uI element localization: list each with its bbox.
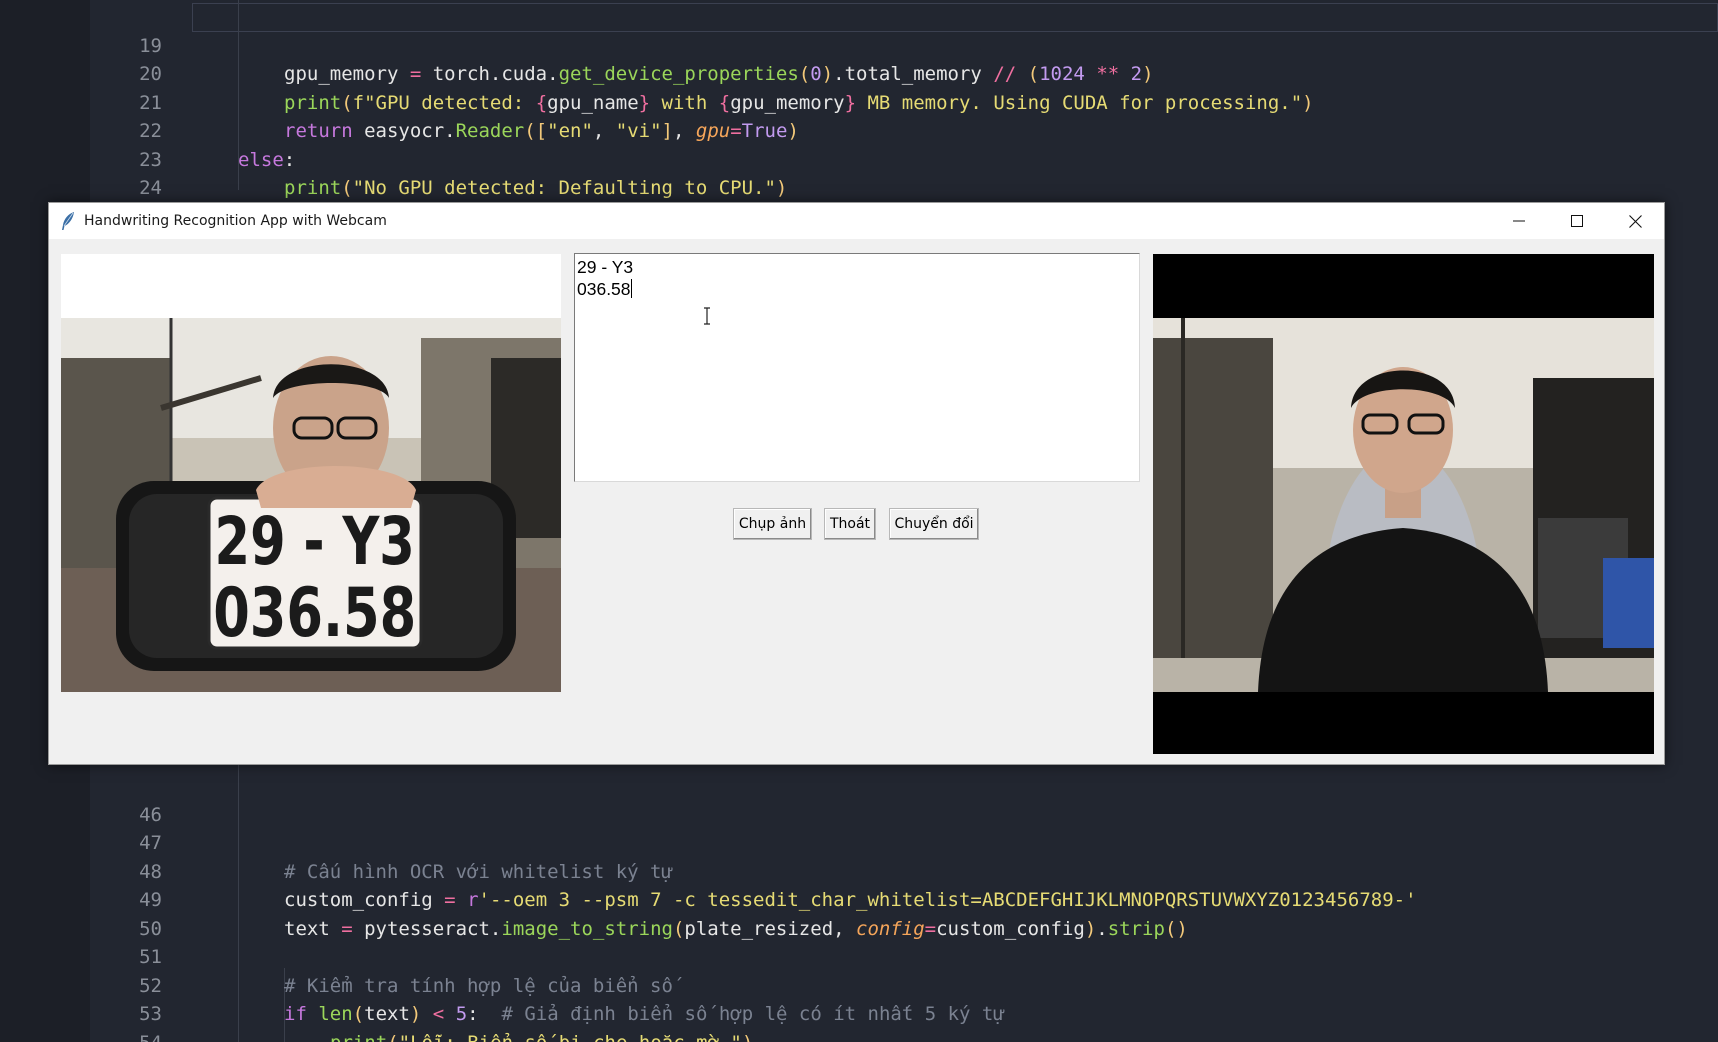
plate-text-line2: 036.58 — [213, 573, 416, 652]
code-line[interactable]: 51 # Kiểm tra tính hợp lệ của biển số — [0, 915, 1718, 997]
app-window[interactable]: Handwriting Recognition App with Webcam — [48, 202, 1665, 765]
feather-icon — [62, 212, 74, 230]
code-line[interactable]: 55 — [0, 1028, 1718, 1042]
code-line[interactable]: 54 continue — [0, 1000, 1718, 1042]
code-line[interactable]: 50 — [0, 886, 1718, 940]
live-webcam-panel — [1153, 254, 1654, 754]
code-line[interactable]: 20 print(f"GPU detected: {gpu_name} with… — [0, 32, 1718, 114]
ocr-result-textbox[interactable]: 29 - Y3 036.58 — [574, 253, 1140, 482]
code-line[interactable]: 25 — [0, 174, 1718, 228]
convert-button[interactable]: Chuyển đổi — [889, 508, 979, 540]
minimize-icon — [1513, 220, 1525, 222]
close-button[interactable] — [1606, 203, 1664, 239]
window-titlebar[interactable]: Handwriting Recognition App with Webcam — [49, 203, 1664, 239]
result-line-1: 29 - Y3 — [577, 257, 634, 277]
close-icon — [1628, 214, 1642, 228]
code-line[interactable]: 47 # Cấu hình OCR với whitelist ký tự — [0, 801, 1718, 883]
result-line-2: 036.58 — [577, 279, 631, 299]
ibeam-cursor-icon — [704, 307, 710, 325]
code-line[interactable]: 21 return easyocr.Reader(["en", "vi"], g… — [0, 60, 1718, 143]
code-line[interactable]: 53 print("Lỗi: Biển số bị che hoặc mờ.") — [0, 972, 1718, 1042]
plate-text-line1: 29 - Y3 — [215, 503, 415, 580]
captured-image-panel: 29 - Y3 036.58 — [61, 254, 561, 754]
window-title: Handwriting Recognition App with Webcam — [84, 213, 387, 229]
code-line[interactable]: 24 return easyocr.Reader(["en", "vi"], g… — [0, 146, 1718, 228]
code-line[interactable]: 49 text = pytesseract.image_to_string(pl… — [0, 858, 1718, 940]
captured-plate-photo: 29 - Y3 036.58 — [61, 318, 561, 692]
maximize-icon — [1571, 215, 1583, 227]
code-line[interactable]: 19 gpu_memory = torch.cuda.get_device_pr… — [0, 3, 1718, 86]
code-line[interactable]: 23 print("No GPU detected: Defaulting to… — [0, 117, 1718, 200]
exit-button[interactable]: Thoát — [824, 508, 876, 540]
text-caret — [630, 279, 632, 298]
image-padding — [61, 254, 561, 318]
code-line[interactable]: 22 else: — [0, 89, 1718, 171]
live-webcam-feed — [1153, 318, 1654, 692]
capture-photo-button[interactable]: Chụp ảnh — [733, 508, 812, 540]
minimize-button[interactable] — [1490, 203, 1548, 239]
code-line[interactable]: 52 if len(text) < 5: # Giả định biển số … — [0, 943, 1718, 1026]
code-line[interactable]: 48 custom_config = r'--oem 3 --psm 7 -c … — [0, 829, 1718, 912]
maximize-button[interactable] — [1548, 203, 1606, 239]
code-line[interactable]: 46 — [0, 772, 1718, 826]
